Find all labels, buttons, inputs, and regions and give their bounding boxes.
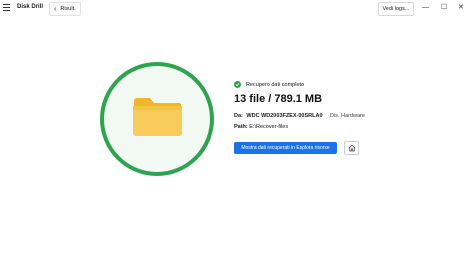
- chevron-left-icon: ‹: [54, 5, 57, 13]
- maximize-icon[interactable]: ☐: [441, 3, 447, 13]
- home-icon: [348, 144, 355, 152]
- view-logs-button[interactable]: Vedi logs...: [378, 2, 414, 16]
- title-bar: Disk Drill ‹ Risult. Vedi logs... — ☐ ✕: [0, 0, 471, 18]
- hamburger-menu-icon[interactable]: [3, 4, 12, 14]
- device-name: WDC WD2003FZEX-00SRLA0: [246, 113, 323, 119]
- back-button-label: Risult.: [60, 6, 76, 12]
- back-to-results-button[interactable]: ‹ Risult.: [49, 2, 81, 16]
- recovery-path-row: Path: E:\Recover-files: [234, 124, 288, 130]
- recovery-summary: 13 file / 789.1 MB: [234, 93, 323, 105]
- check-circle-icon: [234, 81, 241, 88]
- path-label: Path:: [234, 124, 248, 130]
- minimize-icon[interactable]: —: [422, 3, 429, 13]
- recovery-path: E:\Recover-files: [249, 124, 289, 130]
- home-button[interactable]: [344, 141, 359, 155]
- from-label: Da:: [234, 113, 243, 119]
- status-row: Recupero dati completo: [234, 81, 304, 88]
- show-in-explorer-button[interactable]: Mostra dati recuperati in Esplora risors…: [234, 142, 337, 154]
- close-icon[interactable]: ✕: [458, 3, 464, 13]
- status-text: Recupero dati completo: [246, 81, 305, 88]
- app-title: Disk Drill: [17, 4, 44, 10]
- device-type: Dis. Hardware: [330, 113, 365, 119]
- folder-icon: [132, 97, 183, 137]
- source-device-row: Da: WDC WD2003FZEX-00SRLA0 Dis. Hardware: [234, 113, 365, 119]
